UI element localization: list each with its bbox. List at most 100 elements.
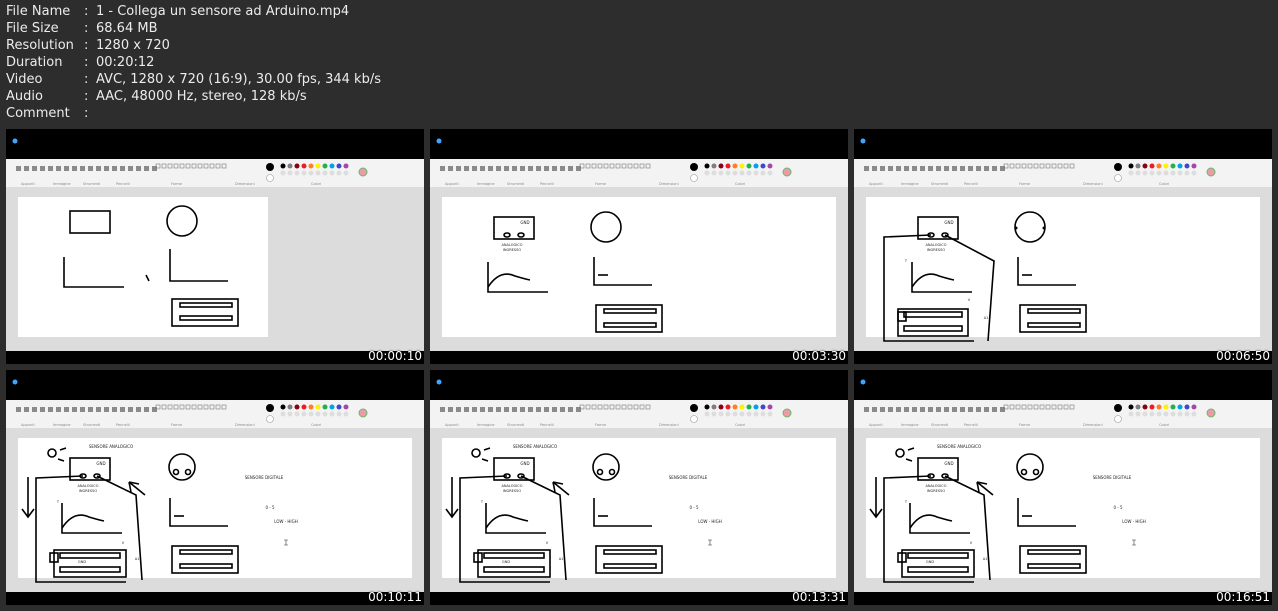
info-separator: : — [84, 21, 89, 36]
ribbon-group-label: Forme — [1019, 423, 1030, 427]
ribbon-group-label: Colori — [311, 182, 321, 186]
title-bar — [430, 370, 848, 400]
info-row: File Name:1 - Collega un sensore ad Ardu… — [6, 3, 381, 20]
palette-color — [301, 404, 307, 410]
thumbnail-3[interactable]: Appunti Immagine Strumenti Pennelli Forme Dim… — [854, 129, 1272, 364]
edit-colors-icon — [782, 167, 792, 177]
tool-icon — [952, 407, 957, 412]
tool-icon — [496, 407, 501, 412]
palette-color — [1135, 170, 1141, 176]
thumbnail-4[interactable]: Appunti Immagine Strumenti Pennelli Forme Dim… — [6, 370, 424, 605]
tool-icon — [928, 166, 933, 171]
drawing-canvas — [866, 438, 1260, 578]
tool-icon — [120, 166, 125, 171]
info-value: 00:20:12 — [96, 55, 155, 70]
title-bar — [854, 129, 1272, 159]
tool-icon — [480, 407, 485, 412]
palette-color — [767, 404, 773, 410]
ribbon-group-label: Strumenti — [507, 423, 524, 427]
info-value: AAC, 48000 Hz, stereo, 128 kb/s — [96, 89, 307, 104]
tool-icon — [888, 166, 893, 171]
palette-color — [746, 404, 752, 410]
palette-color — [760, 170, 766, 176]
palette-color — [746, 163, 752, 169]
ribbon-group-label: Appunti — [445, 423, 459, 427]
tool-icon — [40, 166, 45, 171]
tool-icon — [936, 166, 941, 171]
status-bar — [854, 592, 1272, 605]
tool-icon — [512, 166, 517, 171]
palette-color — [1128, 163, 1134, 169]
title-bar — [6, 129, 424, 159]
tool-icon — [32, 407, 37, 412]
title-bar — [6, 370, 424, 400]
palette-color — [343, 411, 349, 417]
canvas-text: GND — [96, 461, 105, 466]
palette-color — [704, 404, 710, 410]
tool-icon — [464, 407, 469, 412]
palette-color — [322, 404, 328, 410]
palette-color — [322, 163, 328, 169]
palette-color — [343, 163, 349, 169]
tool-icon — [960, 166, 965, 171]
ribbon-group-label: Appunti — [445, 182, 459, 186]
palette-color — [746, 170, 752, 176]
tool-icon — [112, 407, 117, 412]
tool-icon — [960, 407, 965, 412]
canvas-text: A1 — [984, 316, 989, 320]
edit-colors-icon — [358, 408, 368, 418]
drawing-canvas — [442, 438, 836, 578]
tool-icon — [568, 166, 573, 171]
tool-icon — [880, 407, 885, 412]
tool-icon — [104, 166, 109, 171]
tool-icon — [64, 407, 69, 412]
palette-color — [725, 170, 731, 176]
tool-icon — [448, 407, 453, 412]
thumbnail-1[interactable]: Appunti Immagine Strumenti Pennelli Forme Dim… — [6, 129, 424, 364]
ribbon-group-label: Colori — [735, 423, 745, 427]
ribbon-group-label: Immagine — [901, 423, 919, 427]
palette-color — [1128, 170, 1134, 176]
tool-icon — [456, 407, 461, 412]
ribbon-group-label: Forme — [1019, 182, 1030, 186]
palette-color — [280, 170, 286, 176]
tool-icon — [24, 407, 29, 412]
tool-icon — [136, 166, 141, 171]
palette-color — [322, 170, 328, 176]
thumbnail-2[interactable]: Appunti Immagine Strumenti Pennelli Forme Dim… — [430, 129, 848, 364]
paint-app-icon — [12, 379, 18, 385]
palette-color — [1177, 170, 1183, 176]
timestamp: 00:00:10 — [368, 349, 422, 363]
tool-icon — [504, 407, 509, 412]
ribbon-group-label: Strumenti — [931, 182, 948, 186]
palette-color — [704, 163, 710, 169]
ribbon-group-label: Colori — [1159, 423, 1169, 427]
info-row: Audio: AAC, 48000 Hz, stereo, 128 kb/s — [6, 88, 381, 105]
color1-swatch — [690, 163, 698, 171]
palette-color — [1177, 404, 1183, 410]
canvas-text: ANALOGICO — [926, 243, 947, 247]
edit-colors-icon — [1206, 408, 1216, 418]
color1-swatch — [1114, 163, 1122, 171]
tool-icon — [512, 407, 517, 412]
tool-icon — [992, 166, 997, 171]
ribbon-group-label: Colori — [735, 182, 745, 186]
thumbnail-6[interactable]: Appunti Immagine Strumenti Pennelli Forme Dim… — [854, 370, 1272, 605]
ribbon-group-label: Immagine — [53, 182, 71, 186]
palette-color — [767, 163, 773, 169]
palette-color — [280, 411, 286, 417]
canvas-text: INGRESSO — [927, 248, 945, 252]
palette-color — [1163, 404, 1169, 410]
tool-icon — [992, 407, 997, 412]
palette-color — [725, 411, 731, 417]
title-bar — [854, 370, 1272, 400]
ribbon-group-label: Dimensioni — [659, 423, 679, 427]
timestamp: 00:16:51 — [1216, 590, 1270, 604]
tool-icon — [520, 407, 525, 412]
timestamp: 00:10:11 — [368, 590, 422, 604]
tool-icon — [952, 166, 957, 171]
palette-color — [753, 404, 759, 410]
thumbnail-5[interactable]: Appunti Immagine Strumenti Pennelli Forme Dim… — [430, 370, 848, 605]
ribbon-group-label: Pennelli — [116, 182, 130, 186]
ribbon-group-label: Forme — [595, 423, 606, 427]
